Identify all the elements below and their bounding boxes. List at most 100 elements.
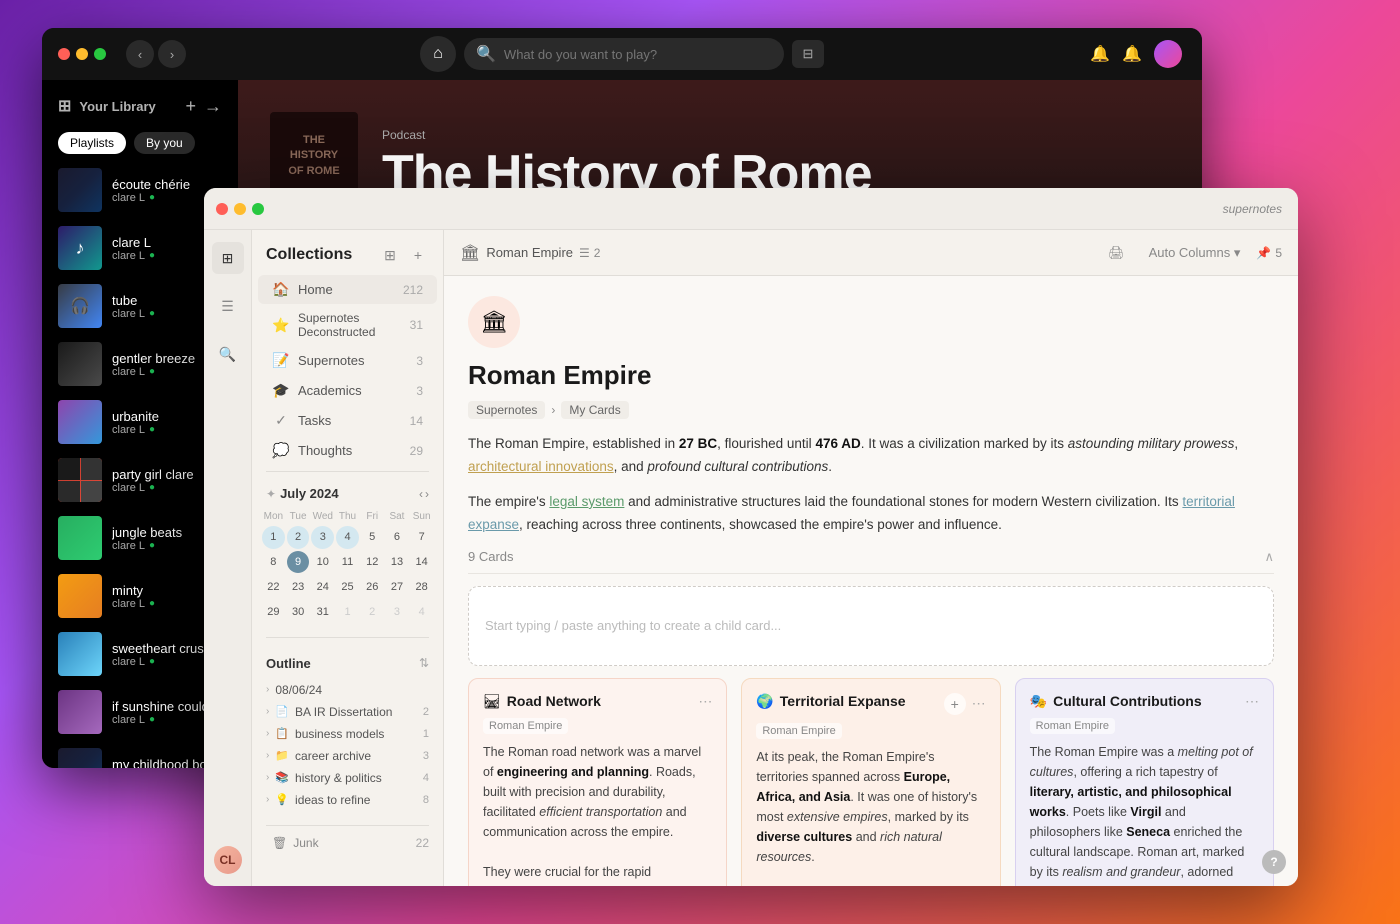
cal-day-10[interactable]: 10 bbox=[311, 551, 334, 574]
cal-day-2-next[interactable]: 2 bbox=[361, 600, 384, 623]
playlist-thumbnail bbox=[58, 632, 102, 676]
back-button[interactable]: ‹ bbox=[126, 40, 154, 68]
cal-day-4[interactable]: 4 bbox=[336, 526, 359, 549]
cal-day-14[interactable]: 14 bbox=[410, 551, 433, 574]
expand-library-button[interactable]: → bbox=[204, 97, 222, 115]
outline-item-ideas[interactable]: › 💡 ideas to refine 8 bbox=[258, 789, 437, 811]
sidebar-item-academics[interactable]: 🎓 Academics 3 bbox=[258, 376, 437, 405]
collections-add-button[interactable]: + bbox=[407, 244, 429, 266]
cal-day-26[interactable]: 26 bbox=[361, 575, 384, 598]
cal-day-3[interactable]: 3 bbox=[311, 526, 334, 549]
outline-item-history[interactable]: › 📚 history & politics 4 bbox=[258, 767, 437, 789]
cal-day-4-next[interactable]: 4 bbox=[410, 600, 433, 623]
list-item[interactable]: party girl clare clare L ● bbox=[50, 452, 230, 508]
toolbar-columns-button[interactable]: Auto Columns ▾ bbox=[1141, 241, 1249, 265]
collections-filter-button[interactable]: ⊞ bbox=[379, 244, 401, 266]
filter-playlists-pill[interactable]: Playlists bbox=[58, 132, 126, 154]
cal-day-22[interactable]: 22 bbox=[262, 575, 285, 598]
new-card-input[interactable]: Start typing / paste anything to create … bbox=[468, 586, 1274, 666]
list-item[interactable]: minty clare L ● bbox=[50, 568, 230, 624]
cal-day-31[interactable]: 31 bbox=[311, 600, 334, 623]
sidebar-icon-list[interactable]: ☰ bbox=[212, 290, 244, 322]
cal-day-12[interactable]: 12 bbox=[361, 551, 384, 574]
list-item[interactable]: écoute chérie clare L ● bbox=[50, 162, 230, 218]
add-playlist-button[interactable]: + bbox=[185, 97, 196, 115]
list-item[interactable]: ♪ clare L clare L ● bbox=[50, 220, 230, 276]
cal-day-7[interactable]: 7 bbox=[410, 526, 433, 549]
sidebar-icon-collections[interactable]: ⊞ bbox=[212, 242, 244, 274]
cal-day-6[interactable]: 6 bbox=[386, 526, 409, 549]
cal-day-29[interactable]: 29 bbox=[262, 600, 285, 623]
help-button[interactable]: ? bbox=[1262, 850, 1286, 874]
cal-day-1[interactable]: 1 bbox=[262, 526, 285, 549]
cal-day-30[interactable]: 30 bbox=[287, 600, 310, 623]
card-cultural-menu-icon[interactable]: ⋯ bbox=[1245, 693, 1259, 710]
sidebar-icon-search[interactable]: 🔍 bbox=[212, 338, 244, 370]
cal-day-5[interactable]: 5 bbox=[361, 526, 384, 549]
calendar-add-icon[interactable]: ✦ bbox=[266, 487, 276, 501]
card-territorial-add-button[interactable]: + bbox=[944, 693, 966, 715]
cal-day-13[interactable]: 13 bbox=[386, 551, 409, 574]
sidebar-item-home[interactable]: 🏠 Home 212 bbox=[258, 275, 437, 304]
cal-day-28[interactable]: 28 bbox=[410, 575, 433, 598]
filter-by-you-pill[interactable]: By you bbox=[134, 132, 195, 154]
cal-day-1-next[interactable]: 1 bbox=[336, 600, 359, 623]
cal-day-2[interactable]: 2 bbox=[287, 526, 310, 549]
sn-icon-sidebar: ⊞ ☰ 🔍 CL bbox=[204, 230, 252, 886]
outline-sort-button[interactable]: ⇅ bbox=[419, 656, 429, 670]
cal-day-27[interactable]: 27 bbox=[386, 575, 409, 598]
collapse-button[interactable]: ∧ bbox=[1264, 549, 1274, 565]
cal-day-9[interactable]: 9 bbox=[287, 551, 310, 574]
legal-system-link[interactable]: legal system bbox=[549, 494, 624, 509]
sidebar-item-thoughts[interactable]: 💭 Thoughts 29 bbox=[258, 436, 437, 465]
forward-button[interactable]: › bbox=[158, 40, 186, 68]
cal-day-24[interactable]: 24 bbox=[311, 575, 334, 598]
sidebar-item-supernotes-deconstructed[interactable]: ⭐ Supernotes Deconstructed 31 bbox=[258, 305, 437, 345]
podcast-type-label: Podcast bbox=[382, 128, 1170, 142]
card-road-network-menu-icon[interactable]: ⋯ bbox=[698, 693, 712, 710]
toolbar-print-button[interactable]: 🖨 bbox=[1100, 241, 1133, 265]
note-breadcrumb-supernotes[interactable]: Supernotes bbox=[468, 401, 545, 419]
outline-item-ba-ir[interactable]: › 📄 BA IR Dissertation 2 bbox=[258, 701, 437, 723]
outline-item-career[interactable]: › 📁 career archive 3 bbox=[258, 745, 437, 767]
card-territorial-header: 🌍 Territorial Expanse + ⋯ bbox=[756, 693, 985, 715]
calendar-prev-button[interactable]: ‹ bbox=[419, 487, 423, 501]
window-control-dots bbox=[58, 48, 106, 60]
cal-day-23[interactable]: 23 bbox=[287, 575, 310, 598]
outline-item-business[interactable]: › 📋 business models 1 bbox=[258, 723, 437, 745]
junk-item[interactable]: 🗑 Junk 22 bbox=[258, 832, 437, 854]
list-item[interactable]: sweetheart crush clare clare L ● bbox=[50, 626, 230, 682]
devices-button[interactable]: ⊟ bbox=[792, 40, 824, 68]
sn-close-dot[interactable] bbox=[216, 203, 228, 215]
sidebar-item-supernotes[interactable]: 📝 Supernotes 3 bbox=[258, 346, 437, 375]
sn-minimize-dot[interactable] bbox=[234, 203, 246, 215]
note-breadcrumb-my-cards[interactable]: My Cards bbox=[561, 401, 628, 419]
card-territorial-menu-icon[interactable]: ⋯ bbox=[972, 695, 986, 712]
maximize-dot[interactable] bbox=[94, 48, 106, 60]
minimize-dot[interactable] bbox=[76, 48, 88, 60]
notification-icon-2[interactable]: 🔔 bbox=[1122, 44, 1142, 64]
list-item[interactable]: jungle beats clare L ● bbox=[50, 510, 230, 566]
sidebar-item-tasks[interactable]: ✓ Tasks 14 bbox=[258, 406, 437, 435]
tasks-count: 14 bbox=[410, 414, 423, 428]
list-item[interactable]: gentler breeze clare L ● bbox=[50, 336, 230, 392]
home-button[interactable]: ⌂ bbox=[420, 36, 456, 72]
cal-day-8[interactable]: 8 bbox=[262, 551, 285, 574]
cal-day-11[interactable]: 11 bbox=[336, 551, 359, 574]
close-dot[interactable] bbox=[58, 48, 70, 60]
outline-item-date[interactable]: › 08/06/24 bbox=[258, 679, 437, 701]
search-input[interactable] bbox=[504, 47, 772, 62]
list-item[interactable]: urbanite clare L ● bbox=[50, 394, 230, 450]
list-item[interactable]: 🎧 tube clare L ● bbox=[50, 278, 230, 334]
list-item[interactable]: if sunshine could t… clare L ● bbox=[50, 684, 230, 740]
cal-day-3-next[interactable]: 3 bbox=[386, 600, 409, 623]
calendar-next-button[interactable]: › bbox=[425, 487, 429, 501]
cal-day-25[interactable]: 25 bbox=[336, 575, 359, 598]
user-avatar-sidebar[interactable]: CL bbox=[214, 846, 242, 874]
sn-maximize-dot[interactable] bbox=[252, 203, 264, 215]
user-avatar[interactable] bbox=[1154, 40, 1182, 68]
architectural-innovations-link[interactable]: architectural innovations bbox=[468, 459, 614, 474]
list-item[interactable]: my childhood bop… clare L ● bbox=[50, 742, 230, 768]
breadcrumb-collection-label[interactable]: Roman Empire bbox=[486, 245, 573, 260]
notification-icon[interactable]: 🔔 bbox=[1090, 44, 1110, 64]
